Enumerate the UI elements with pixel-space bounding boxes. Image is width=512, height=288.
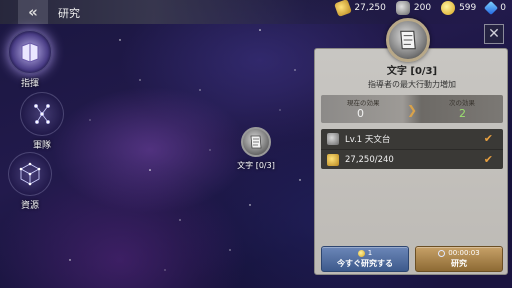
gold-coin-icon bbox=[441, 1, 456, 15]
requirement-row: Lv.1 天文台 ✔ bbox=[321, 129, 503, 149]
page-title: 研究 bbox=[58, 7, 80, 20]
chevron-left-double-icon: « bbox=[28, 3, 38, 21]
clock-icon bbox=[438, 249, 446, 257]
research-now-label: 今すぐ研究する bbox=[337, 259, 393, 268]
iron-icon bbox=[395, 1, 410, 15]
top-bar: « 研究 27,250 200 599 0 bbox=[0, 0, 512, 24]
food-icon bbox=[334, 0, 353, 17]
current-effect-label: 現在の効果 bbox=[347, 99, 380, 107]
observatory-icon bbox=[327, 133, 339, 145]
resource-food[interactable]: 27,250 bbox=[334, 0, 386, 17]
check-icon: ✔ bbox=[483, 153, 493, 166]
current-effect-value: 0 bbox=[357, 107, 364, 120]
research-time-value: 00:00:03 bbox=[448, 249, 480, 257]
next-effect-value: 2 bbox=[459, 107, 466, 120]
effect-comparison: 現在の効果 次の効果 0 ❯ 2 bbox=[321, 95, 503, 123]
sidebar-item-label: 指揮 bbox=[20, 79, 39, 89]
sidebar-item-resources[interactable]: 資源 bbox=[0, 152, 60, 211]
requirement-row: 27,250/240 ✔ bbox=[321, 149, 503, 169]
gem-icon bbox=[484, 0, 499, 16]
requirement-text: Lv.1 天文台 bbox=[345, 135, 391, 145]
sidebar-item-label: 軍隊 bbox=[32, 141, 51, 151]
writing-scroll-icon bbox=[241, 127, 271, 157]
sidebar-item-army[interactable]: 軍隊 bbox=[12, 92, 72, 151]
gold-coin-icon bbox=[357, 249, 365, 257]
close-icon: ✕ bbox=[488, 26, 500, 42]
resource-iron[interactable]: 200 bbox=[395, 1, 432, 15]
sidebar-item-label: 資源 bbox=[20, 201, 39, 211]
command-book-icon bbox=[8, 30, 52, 74]
check-icon: ✔ bbox=[483, 132, 493, 145]
research-detail-panel: 文字 [0/3] 指導者の最大行動力増加 現在の効果 次の効果 0 ❯ 2 Lv… bbox=[314, 48, 508, 275]
research-button[interactable]: 00:00:03 研究 bbox=[415, 246, 503, 272]
resource-gold-value: 599 bbox=[459, 3, 477, 13]
next-effect-label: 次の効果 bbox=[449, 99, 475, 107]
resource-iron-value: 200 bbox=[413, 3, 432, 13]
food-icon bbox=[327, 153, 339, 166]
panel-description: 指導者の最大行動力増加 bbox=[368, 80, 456, 89]
resource-bar: 27,250 200 599 0 bbox=[334, 0, 506, 17]
arrow-right-icon: ❯ bbox=[406, 103, 418, 117]
instant-cost-value: 1 bbox=[367, 249, 373, 257]
action-buttons: 1 今すぐ研究する 00:00:03 研究 bbox=[321, 246, 503, 272]
close-button[interactable]: ✕ bbox=[484, 24, 504, 44]
army-constellation-icon bbox=[20, 92, 64, 136]
research-node-writing[interactable]: 文字 [0/3] bbox=[230, 127, 282, 171]
resource-cube-icon bbox=[8, 152, 52, 196]
research-time: 00:00:03 bbox=[438, 249, 480, 257]
resource-gem[interactable]: 0 bbox=[484, 0, 506, 16]
instant-cost: 1 bbox=[357, 249, 373, 257]
resource-gold[interactable]: 599 bbox=[441, 1, 476, 15]
resource-gem-value: 0 bbox=[500, 3, 506, 13]
requirements-list: Lv.1 天文台 ✔ 27,250/240 ✔ bbox=[321, 129, 503, 169]
research-now-button[interactable]: 1 今すぐ研究する bbox=[321, 246, 409, 272]
research-label: 研究 bbox=[451, 259, 467, 268]
resource-food-value: 27,250 bbox=[354, 3, 386, 13]
writing-scroll-icon bbox=[386, 18, 430, 62]
panel-title: 文字 [0/3] bbox=[386, 66, 438, 77]
research-node-label: 文字 [0/3] bbox=[237, 161, 275, 170]
back-button[interactable]: « bbox=[18, 0, 48, 24]
requirement-text: 27,250/240 bbox=[345, 154, 394, 165]
sidebar-item-command[interactable]: 指揮 bbox=[0, 30, 60, 89]
